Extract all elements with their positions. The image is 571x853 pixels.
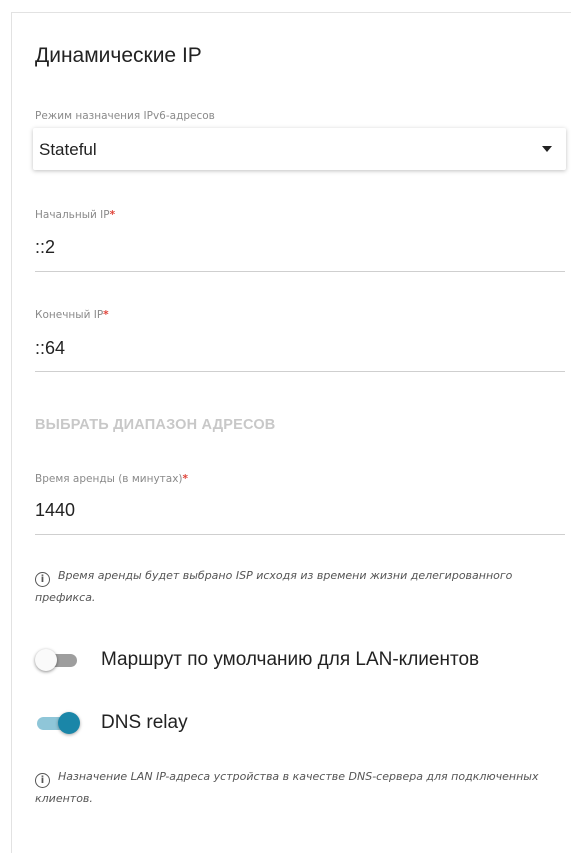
end-ip-underline: [35, 371, 565, 372]
lease-hint: i Время аренды будет выбрано ISP исходя и…: [35, 569, 513, 604]
start-ip-underline: [35, 271, 565, 272]
lease-time-input[interactable]: 1440: [35, 500, 75, 521]
select-range-button[interactable]: ВЫБРАТЬ ДИАПАЗОН АДРЕСОВ: [35, 417, 275, 433]
section-title: Динамические IP: [35, 44, 202, 67]
end-ip-input[interactable]: ::64: [35, 338, 65, 359]
ipv6-mode-value: Stateful: [39, 140, 97, 159]
caret-down-icon: [542, 146, 552, 152]
dns-hint: i Назначение LAN IP-адреса устройства в к…: [35, 770, 539, 805]
required-asterisk: *: [182, 473, 189, 485]
default-route-label: Маршрут по умолчанию для LAN-клиентов: [101, 649, 480, 670]
dns-relay-label: DNS relay: [101, 712, 188, 733]
toggle-knob: [35, 649, 57, 671]
required-asterisk: *: [109, 209, 116, 221]
ipv6-mode-label: Режим назначения IPv6-адресов: [35, 110, 215, 122]
lease-time-label: Время аренды (в минутах)*: [35, 473, 189, 485]
toggle-knob: [58, 712, 80, 734]
lease-time-underline: [35, 534, 565, 535]
required-asterisk: *: [103, 309, 109, 321]
info-icon: i: [35, 572, 50, 587]
info-icon: i: [35, 773, 50, 788]
end-ip-label: Конечный IP*: [35, 309, 109, 321]
start-ip-input[interactable]: ::2: [35, 237, 55, 258]
ipv6-mode-select[interactable]: Stateful: [33, 128, 566, 170]
start-ip-label: Начальный IP*: [35, 209, 116, 221]
dns-relay-toggle[interactable]: [35, 710, 81, 736]
default-route-toggle[interactable]: [35, 647, 81, 673]
